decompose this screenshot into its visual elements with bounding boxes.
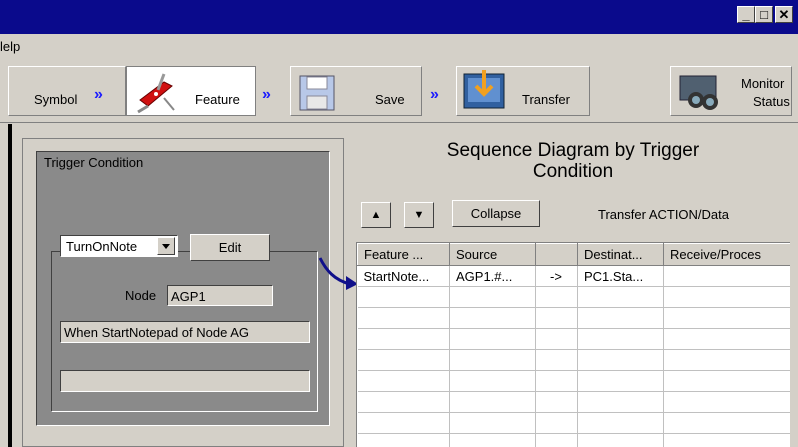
column-header-feature[interactable]: Feature ...: [357, 243, 450, 266]
column-header-receive[interactable]: Receive/Proces: [663, 243, 790, 266]
sequence-title-line1: Sequence Diagram by Trigger: [446, 140, 700, 161]
cell-destination: PC1.Sta...: [577, 265, 664, 287]
extra-field: [60, 370, 310, 392]
symbol-label: Symbol: [34, 92, 78, 107]
transfer-action-label: Transfer ACTION/Data: [598, 207, 729, 222]
condition-text: When StartNotepad of Node AG: [64, 325, 249, 340]
save-label: Save: [375, 92, 405, 107]
transfer-label: Transfer: [522, 92, 570, 107]
transfer-icon: [463, 70, 505, 109]
node-label: Node: [125, 288, 157, 303]
sequence-title-line2: Condition: [532, 161, 614, 182]
edit-button[interactable]: Edit: [190, 234, 270, 261]
minimize-button[interactable]: _: [737, 6, 755, 23]
binoculars-monitor-icon: [679, 75, 718, 110]
column-header-destination[interactable]: Destinat...: [577, 243, 664, 266]
column-header-arrow[interactable]: [535, 243, 578, 266]
chevron-icon: »: [94, 86, 103, 103]
move-down-button[interactable]: ▼: [404, 202, 434, 228]
table-row: [357, 433, 790, 447]
chevron-icon: »: [262, 86, 271, 103]
dropdown-value: TurnOnNote: [66, 239, 138, 254]
collapse-button[interactable]: Collapse: [452, 200, 540, 227]
table-row: [357, 307, 790, 329]
cell-source: AGP1.#...: [449, 265, 536, 287]
trigger-condition-title: Trigger Condition: [44, 155, 144, 170]
sequence-diagram-title: Sequence Diagram by Trigger Condition: [356, 140, 790, 182]
node-field: AGP1: [167, 285, 273, 306]
close-button[interactable]: ✕: [775, 6, 793, 23]
dropdown-arrow-icon[interactable]: [157, 237, 175, 255]
column-header-source[interactable]: Source: [449, 243, 536, 266]
table-row: [357, 412, 790, 434]
maximize-button[interactable]: □: [755, 6, 773, 23]
table-row: [357, 349, 790, 371]
table-header-row: Feature ... Source Destinat... Receive/P…: [357, 243, 790, 266]
menu-bar: lelp: [0, 34, 798, 58]
cell-feature: StartNote...: [357, 265, 450, 287]
table-row: [357, 286, 790, 308]
chevron-icon: »: [430, 86, 439, 103]
table-row: [357, 370, 790, 392]
cell-receive: [663, 265, 790, 287]
left-border: [8, 124, 12, 447]
cell-arrow: ->: [535, 265, 578, 287]
move-up-button[interactable]: ▲: [361, 202, 391, 228]
trigger-dropdown[interactable]: TurnOnNote: [60, 235, 178, 257]
table-row: [357, 391, 790, 413]
node-value: AGP1: [171, 289, 206, 304]
menu-help[interactable]: lelp: [0, 39, 20, 54]
connector-arrow-icon: [318, 257, 358, 290]
title-bar: _ □ ✕: [0, 0, 798, 34]
table-row[interactable]: StartNote... AGP1.#... -> PC1.Sta...: [357, 265, 790, 287]
status-label: Status: [753, 94, 790, 109]
swiss-knife-icon: [137, 73, 175, 114]
floppy-disk-icon: [299, 75, 335, 111]
feature-label: Feature: [195, 92, 240, 107]
monitor-label: Monitor: [741, 76, 785, 91]
condition-field: When StartNotepad of Node AG: [60, 321, 310, 343]
symbol-button[interactable]: [8, 66, 126, 116]
table-row: [357, 328, 790, 350]
sequence-table: Feature ... Source Destinat... Receive/P…: [356, 242, 790, 447]
